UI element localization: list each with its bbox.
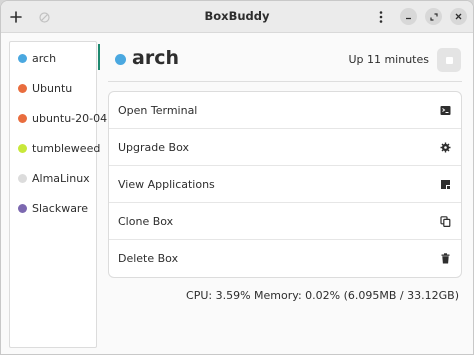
header-bar: BoxBuddy xyxy=(1,1,473,33)
sidebar-item-ubuntu-20-04[interactable]: ubuntu-20-04 xyxy=(10,103,107,133)
action-list: Open Terminal Upgrade Box View Applicati… xyxy=(108,91,462,278)
sidebar-item-label: Slackware xyxy=(32,201,88,215)
kebab-menu-icon xyxy=(379,11,383,23)
status-dot xyxy=(18,203,27,213)
selection-indicator xyxy=(98,44,100,70)
sidebar-item-slackware[interactable]: Slackware xyxy=(10,193,96,223)
sidebar-item-label: tumbleweed xyxy=(32,141,101,155)
uptime-label: Up 11 minutes xyxy=(348,53,429,66)
maximize-icon xyxy=(429,12,438,21)
status-dot xyxy=(18,83,27,93)
stop-icon xyxy=(445,56,453,64)
sidebar-item-label: arch xyxy=(32,51,57,65)
sidebar-item-arch[interactable]: arch xyxy=(10,43,96,73)
resource-usage: CPU: 3.59% Memory: 0.02% (6.095MB / 33.1… xyxy=(186,289,459,302)
stop-box-button[interactable] xyxy=(437,48,461,72)
sidebar-item-tumbleweed[interactable]: tumbleweed xyxy=(10,133,100,163)
delete-box-action[interactable]: Delete Box xyxy=(109,240,461,277)
box-status-dot xyxy=(115,54,126,65)
menu-button[interactable] xyxy=(371,7,391,27)
upgrade-box-action[interactable]: Upgrade Box xyxy=(109,129,461,166)
app-window: BoxBuddy arch Ubuntu ubuntu-20-04 tumble… xyxy=(0,0,474,355)
clone-box-action[interactable]: Clone Box xyxy=(109,203,461,240)
sidebar-item-label: Ubuntu xyxy=(32,81,73,95)
close-icon xyxy=(455,13,462,20)
status-dot xyxy=(18,113,27,123)
close-button[interactable] xyxy=(450,8,467,25)
status-dot xyxy=(18,53,27,63)
sidebar-item-almalinux[interactable]: AlmaLinux xyxy=(10,163,96,193)
copy-icon xyxy=(440,216,451,227)
action-label: Open Terminal xyxy=(118,104,198,117)
applications-icon xyxy=(441,180,450,189)
terminal-icon xyxy=(440,106,451,115)
action-label: Clone Box xyxy=(118,215,174,228)
box-sidebar: arch Ubuntu ubuntu-20-04 tumbleweed Alma… xyxy=(9,41,107,348)
action-label: Upgrade Box xyxy=(118,141,189,154)
status-dot xyxy=(18,143,27,153)
open-terminal-action[interactable]: Open Terminal xyxy=(109,92,461,129)
status-dot xyxy=(18,173,27,183)
view-applications-action[interactable]: View Applications xyxy=(109,166,461,203)
minimize-button[interactable] xyxy=(400,8,417,25)
gear-icon xyxy=(440,142,451,153)
action-label: View Applications xyxy=(118,178,215,191)
action-label: Delete Box xyxy=(118,252,179,265)
minimize-icon xyxy=(406,17,411,20)
sidebar-item-ubuntu[interactable]: Ubuntu xyxy=(10,73,96,103)
box-title: arch xyxy=(132,47,179,69)
maximize-button[interactable] xyxy=(425,8,442,25)
trash-icon xyxy=(441,253,450,264)
divider xyxy=(108,81,462,82)
sidebar-item-label: AlmaLinux xyxy=(32,171,90,185)
sidebar-item-label: ubuntu-20-04 xyxy=(32,111,108,125)
